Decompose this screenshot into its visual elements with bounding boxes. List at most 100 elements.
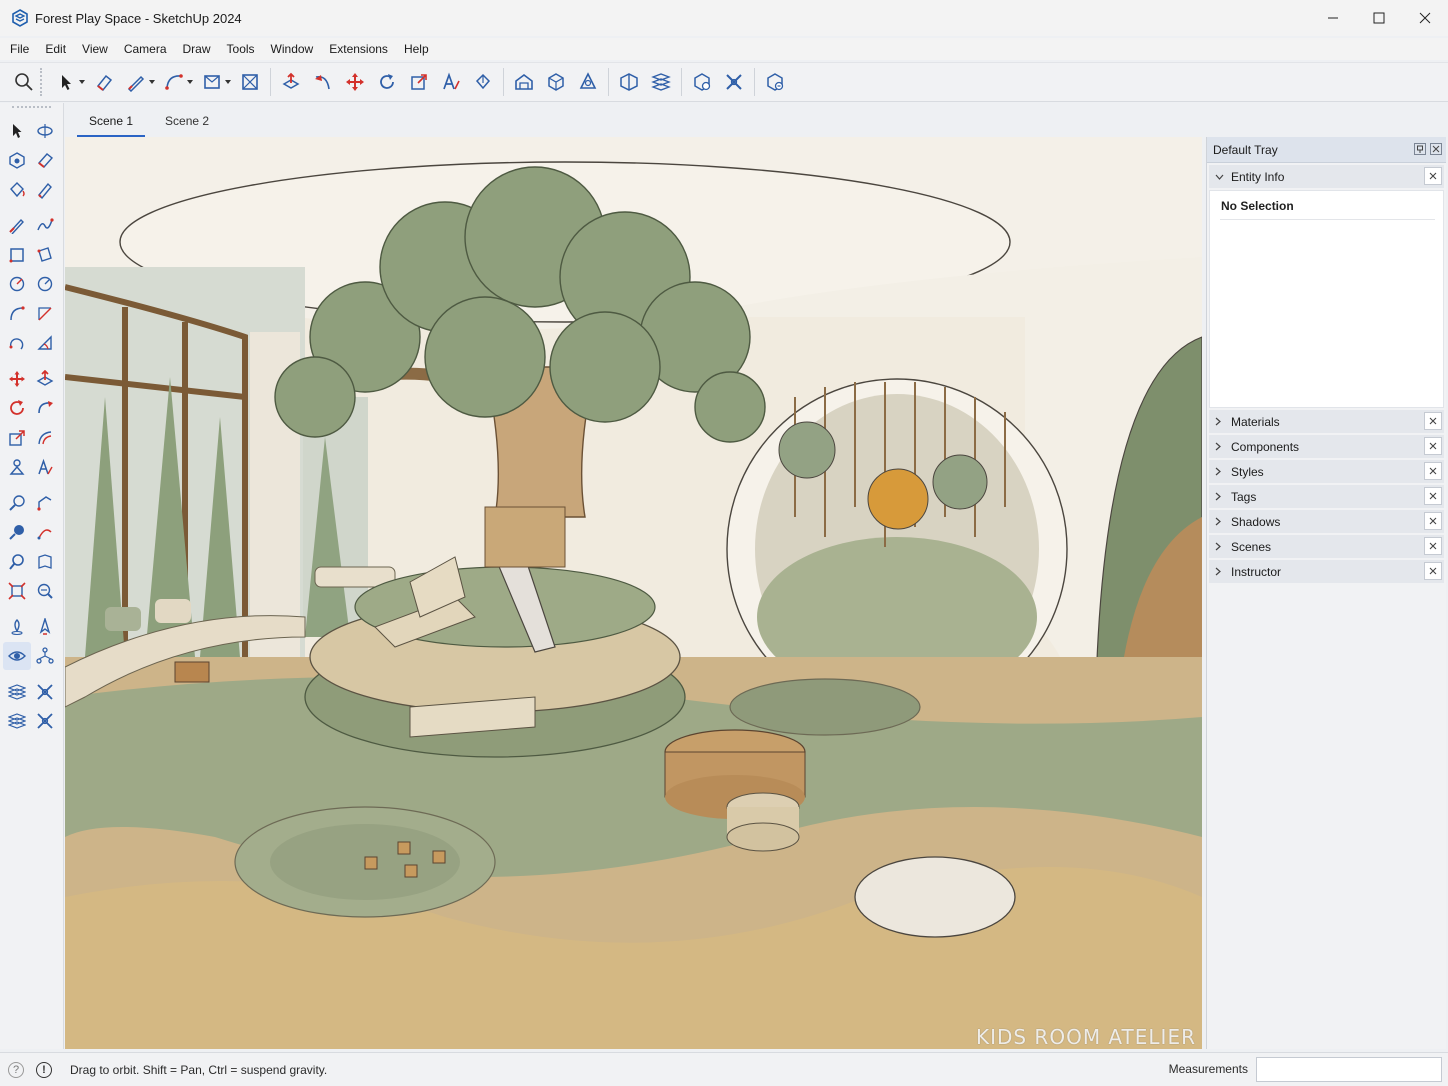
pie-tool[interactable] — [31, 329, 59, 357]
panel-close-button[interactable] — [1424, 167, 1442, 185]
move-tool[interactable] — [3, 365, 31, 393]
menu-window[interactable]: Window — [263, 39, 322, 59]
sandbox-button[interactable] — [645, 66, 677, 98]
menu-help[interactable]: Help — [396, 39, 437, 59]
info-icon[interactable]: ! — [36, 1061, 52, 1078]
circle-tool[interactable] — [3, 270, 31, 298]
panel-scenes[interactable]: Scenes — [1209, 535, 1444, 558]
panel-close-button[interactable] — [1424, 537, 1442, 555]
zoom-tool[interactable] — [3, 548, 31, 576]
offset-tool[interactable] — [31, 424, 59, 452]
follow-me-button[interactable] — [307, 66, 339, 98]
extension-manager-button[interactable] — [686, 66, 718, 98]
three-point-arc-tool[interactable] — [3, 329, 31, 357]
rotate-tool[interactable] — [3, 394, 31, 422]
send-to-layout-button[interactable] — [759, 66, 791, 98]
menu-camera[interactable]: Camera — [116, 39, 175, 59]
panel-close-button[interactable] — [1424, 512, 1442, 530]
tab-scene-1[interactable]: Scene 1 — [77, 109, 146, 137]
line-tool[interactable] — [3, 211, 31, 239]
select-tool[interactable] — [3, 117, 31, 145]
panel-close-button[interactable] — [1424, 412, 1442, 430]
two-point-arc-tool[interactable] — [31, 300, 59, 328]
previous-view-tool[interactable] — [31, 577, 59, 605]
layout-button[interactable] — [718, 66, 750, 98]
paint-bucket-button[interactable] — [467, 66, 499, 98]
rectangle-tool[interactable] — [3, 241, 31, 269]
measurements-input[interactable] — [1256, 1057, 1442, 1082]
tray-pin-button[interactable] — [1414, 143, 1426, 155]
maximize-button[interactable] — [1356, 0, 1402, 36]
menu-tools[interactable]: Tools — [219, 39, 263, 59]
menu-draw[interactable]: Draw — [175, 39, 219, 59]
text-tool[interactable] — [31, 453, 59, 481]
follow-me-tool[interactable] — [31, 394, 59, 422]
minimize-button[interactable] — [1310, 0, 1356, 36]
look-around-tool[interactable] — [3, 642, 31, 671]
outer-shell-tool[interactable] — [3, 453, 31, 481]
polygon-tool[interactable] — [31, 270, 59, 298]
styles-button[interactable] — [572, 66, 604, 98]
shape-dropdown[interactable] — [224, 66, 232, 98]
rotate-tool-button[interactable] — [371, 66, 403, 98]
line-dropdown[interactable] — [148, 66, 156, 98]
position-camera-tool[interactable] — [3, 613, 31, 641]
palette-grip[interactable] — [12, 106, 51, 116]
scale-tool[interactable] — [3, 424, 31, 452]
model-viewport[interactable]: KIDS ROOM ATELIER — [65, 137, 1202, 1049]
toolbar-grip[interactable] — [40, 68, 44, 96]
panel-close-button[interactable] — [1424, 487, 1442, 505]
rotated-rectangle-tool[interactable] — [31, 241, 59, 269]
arc-tool[interactable] — [3, 300, 31, 328]
close-button[interactable] — [1402, 0, 1448, 36]
panel-close-button[interactable] — [1424, 462, 1442, 480]
tab-scene-2[interactable]: Scene 2 — [153, 109, 221, 137]
sandbox-scratch-tool[interactable] — [31, 678, 59, 706]
section-tool[interactable] — [31, 642, 59, 670]
components-button[interactable] — [540, 66, 572, 98]
help-icon[interactable]: ? — [8, 1061, 24, 1078]
push-pull-tool[interactable] — [31, 365, 59, 393]
move-tool-button[interactable] — [339, 66, 371, 98]
section-plane-button[interactable] — [234, 66, 266, 98]
tray-close-button[interactable] — [1430, 143, 1442, 155]
zoom-window-tool[interactable] — [31, 548, 59, 576]
orbit-tool[interactable] — [31, 117, 59, 145]
sandbox-contours-tool[interactable] — [3, 678, 31, 706]
panel-materials[interactable]: Materials — [1209, 410, 1444, 433]
solid-tools-button[interactable] — [613, 66, 645, 98]
select-dropdown[interactable] — [78, 66, 86, 98]
menu-extensions[interactable]: Extensions — [321, 39, 396, 59]
menu-view[interactable]: View — [74, 39, 116, 59]
push-pull-button[interactable] — [275, 66, 307, 98]
paint-tool[interactable] — [3, 176, 31, 204]
dimension-tool[interactable] — [3, 518, 31, 546]
scale-tool-button[interactable] — [403, 66, 435, 98]
search-button[interactable] — [8, 66, 40, 98]
protractor-tool[interactable] — [31, 489, 59, 517]
eraser-tool[interactable] — [31, 146, 59, 174]
panel-tags[interactable]: Tags — [1209, 485, 1444, 508]
tape-tool[interactable] — [31, 176, 59, 204]
axes-tool[interactable] — [31, 518, 59, 546]
panel-entity-info[interactable]: Entity Info — [1209, 165, 1444, 188]
panel-close-button[interactable] — [1424, 562, 1442, 580]
tape-measure-tool[interactable] — [3, 489, 31, 517]
arc-dropdown[interactable] — [186, 66, 194, 98]
freehand-tool[interactable] — [31, 211, 59, 239]
menu-edit[interactable]: Edit — [37, 39, 74, 59]
walk-tool[interactable] — [31, 613, 59, 641]
stamp-tool[interactable] — [31, 707, 59, 735]
panel-close-button[interactable] — [1424, 437, 1442, 455]
eraser-tool-button[interactable] — [88, 66, 120, 98]
panel-shadows[interactable]: Shadows — [1209, 510, 1444, 533]
warehouse-button[interactable] — [508, 66, 540, 98]
panel-components[interactable]: Components — [1209, 435, 1444, 458]
panel-styles[interactable]: Styles — [1209, 460, 1444, 483]
text-tool-button[interactable] — [435, 66, 467, 98]
zoom-extents-tool[interactable] — [3, 577, 31, 605]
smoove-tool[interactable] — [3, 707, 31, 735]
panel-instructor[interactable]: Instructor — [1209, 560, 1444, 583]
menu-file[interactable]: File — [2, 39, 37, 59]
make-component-tool[interactable] — [3, 146, 31, 174]
